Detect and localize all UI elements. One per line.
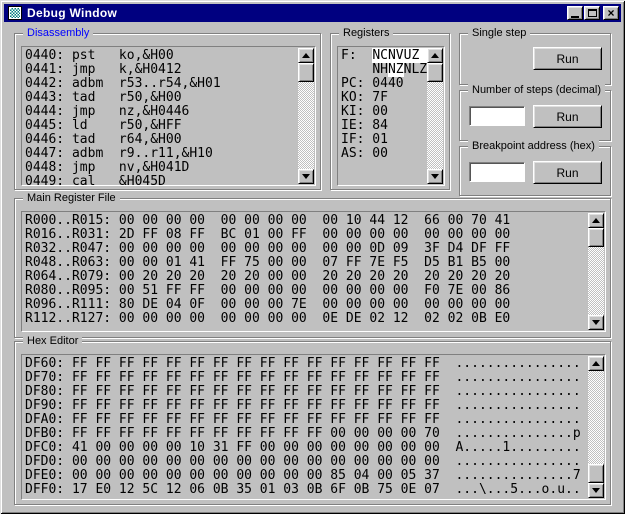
scroll-up-icon <box>592 361 600 366</box>
register-file-line: R032..R047: 00 00 00 00 00 00 00 00 00 0… <box>25 241 511 256</box>
register-file-line: R096..R111: 80 DE 04 0F 00 00 00 7E 00 0… <box>25 297 511 312</box>
disassembly-line: 0449: cal &H045D <box>25 174 166 186</box>
scroll-track[interactable] <box>588 371 604 464</box>
minimize-button[interactable] <box>567 6 583 20</box>
disassembly-line: 0442: adbm r53..r54,&H01 <box>25 76 221 91</box>
flags-prefix: F: <box>341 48 373 63</box>
disassembly-line: 0445: ld r50,&HFF <box>25 118 182 133</box>
hex-editor-group: Hex Editor DF60: FF FF FF FF FF FF FF FF… <box>14 335 611 505</box>
app-icon[interactable] <box>8 6 22 20</box>
main-register-file-group: Main Register File R000..R015: 00 00 00 … <box>14 192 611 338</box>
register-file-line: R112..R127: 00 00 00 00 00 00 00 00 0E D… <box>25 311 511 326</box>
register-file-line: R016..R031: 2D FF 08 FF BC 01 00 FF 00 0… <box>25 227 511 242</box>
scroll-down-icon <box>592 488 600 493</box>
number-of-steps-group: Number of steps (decimal) Run <box>459 84 611 141</box>
breakpoint-run-button[interactable]: Run <box>533 161 602 184</box>
app-icon-grid <box>10 8 20 18</box>
disassembly-line: 0441: jmp k,&H0412 <box>25 62 182 77</box>
scroll-thumb[interactable] <box>298 63 314 82</box>
flags-indent <box>341 62 372 77</box>
hex-editor-line: DFF0: 17 E0 12 5C 12 06 0B 35 01 03 0B 6… <box>25 482 581 497</box>
register-file-lines: R000..R015: 00 00 00 00 00 00 00 00 00 1… <box>25 214 605 326</box>
scroll-down-button[interactable] <box>588 483 604 498</box>
hex-editor-line: DF80: FF FF FF FF FF FF FF FF FF FF FF F… <box>25 384 581 399</box>
hex-editor-line: DFA0: FF FF FF FF FF FF FF FF FF FF FF F… <box>25 412 581 427</box>
scroll-up-button[interactable] <box>588 356 604 371</box>
single-step-label: Single step <box>468 27 531 40</box>
scroll-track[interactable] <box>588 247 604 315</box>
hex-editor-line: DF90: FF FF FF FF FF FF FF FF FF FF FF F… <box>25 398 581 413</box>
number-of-steps-input[interactable] <box>469 106 525 126</box>
disassembly-scrollbar[interactable] <box>298 48 314 184</box>
window-title: Debug Window <box>27 6 118 20</box>
register-file-line: R064..R079: 00 20 20 20 20 20 00 00 20 2… <box>25 269 511 284</box>
main-register-file-listbox[interactable]: R000..R015: 00 00 00 00 00 00 00 00 00 1… <box>21 211 606 332</box>
breakpoint-label: Breakpoint address (hex) <box>468 140 599 153</box>
breakpoint-group: Breakpoint address (hex) Run <box>459 140 611 196</box>
hex-editor-line: DFB0: FF FF FF FF FF FF FF FF FF FF FF 0… <box>25 426 581 441</box>
number-of-steps-label: Number of steps (decimal) <box>468 84 605 97</box>
hex-editor-lines: DF60: FF FF FF FF FF FF FF FF FF FF FF F… <box>25 357 605 497</box>
hex-editor-line: DFD0: 00 00 00 00 00 00 00 00 00 00 00 0… <box>25 454 581 469</box>
registers-scrollbar[interactable] <box>427 48 443 184</box>
flags-highlighted: NCNVUZ <box>372 48 428 63</box>
maximize-icon <box>587 9 597 17</box>
hex-editor-line: DFE0: 00 00 00 00 00 00 00 00 00 00 00 8… <box>25 468 581 483</box>
single-step-group: Single step Run <box>459 27 611 85</box>
register-file-line: R000..R015: 00 00 00 00 00 00 00 00 00 1… <box>25 213 511 228</box>
hex-editor-scrollbar[interactable] <box>588 356 604 498</box>
disassembly-line: 0448: jmp nv,&H041D <box>25 160 190 175</box>
disassembly-line: 0440: pst ko,&H00 <box>25 48 174 63</box>
scroll-down-button[interactable] <box>298 169 314 184</box>
scroll-down-icon <box>302 174 310 179</box>
hex-editor-line: DFC0: 41 00 00 00 00 10 31 FF 00 00 00 0… <box>25 440 581 455</box>
flags-post: NLZ <box>403 62 428 77</box>
scroll-up-icon <box>431 53 439 58</box>
disassembly-line: 0443: tad r50,&H00 <box>25 90 182 105</box>
disassembly-label: Disassembly <box>23 27 94 40</box>
disassembly-line: 0446: tad r64,&H00 <box>25 132 182 147</box>
scroll-down-button[interactable] <box>588 315 604 330</box>
close-button[interactable]: × <box>603 6 619 20</box>
hex-editor-line: DF70: FF FF FF FF FF FF FF FF FF FF FF F… <box>25 370 581 385</box>
scroll-track[interactable] <box>427 82 443 169</box>
scroll-thumb[interactable] <box>427 63 443 82</box>
scroll-down-icon <box>431 174 439 179</box>
breakpoint-address-input[interactable] <box>469 162 525 182</box>
scroll-up-button[interactable] <box>427 48 443 63</box>
scroll-up-icon <box>302 53 310 58</box>
single-step-run-button[interactable]: Run <box>533 47 602 70</box>
disassembly-line: 0444: jmp nz,&H0446 <box>25 104 190 119</box>
scroll-up-button[interactable] <box>298 48 314 63</box>
scroll-thumb[interactable] <box>588 464 604 483</box>
registers-group: Registers F: NCNVUZ NHNZNLZ PC: 0440 KO: … <box>330 27 450 190</box>
debug-window: Debug Window × Disassembly 0440: pst ko,… <box>0 0 625 514</box>
flags-highlighted: NZ <box>387 62 404 77</box>
number-of-steps-run-button[interactable]: Run <box>533 105 602 128</box>
hex-editor-listbox[interactable]: DF60: FF FF FF FF FF FF FF FF FF FF FF F… <box>21 354 606 500</box>
registers-listbox[interactable]: F: NCNVUZ NHNZNLZ PC: 0440 KO: 7F KI: 00 IE… <box>337 46 445 186</box>
hex-editor-label: Hex Editor <box>23 335 83 348</box>
scroll-up-icon <box>592 218 600 223</box>
disassembly-listbox[interactable]: 0440: pst ko,&H00 0441: jmp k,&H0412 0442:… <box>21 46 316 186</box>
main-register-file-label: Main Register File <box>23 192 120 205</box>
minimize-icon <box>571 15 579 18</box>
main-register-file-scrollbar[interactable] <box>588 213 604 330</box>
hex-editor-line: DF60: FF FF FF FF FF FF FF FF FF FF FF F… <box>25 356 581 371</box>
register-file-line: R080..R095: 00 51 FF FF 00 00 00 00 00 0… <box>25 283 511 298</box>
register-file-line: R048..R063: 00 00 01 41 FF 75 00 00 07 F… <box>25 255 511 270</box>
scroll-down-button[interactable] <box>427 169 443 184</box>
close-icon: × <box>607 6 615 20</box>
scroll-up-button[interactable] <box>588 213 604 228</box>
flags-pre: NH <box>372 62 388 77</box>
scroll-down-icon <box>592 320 600 325</box>
title-bar[interactable]: Debug Window × <box>4 4 621 22</box>
disassembly-lines: 0440: pst ko,&H00 0441: jmp k,&H0412 0442:… <box>25 49 315 186</box>
scroll-thumb[interactable] <box>588 228 604 247</box>
disassembly-group: Disassembly 0440: pst ko,&H00 0441: jmp k… <box>14 27 321 190</box>
registers-label: Registers <box>339 27 394 40</box>
scroll-track[interactable] <box>298 82 314 169</box>
maximize-button[interactable] <box>584 6 600 20</box>
disassembly-line: 0447: adbm r9..r11,&H10 <box>25 146 213 161</box>
